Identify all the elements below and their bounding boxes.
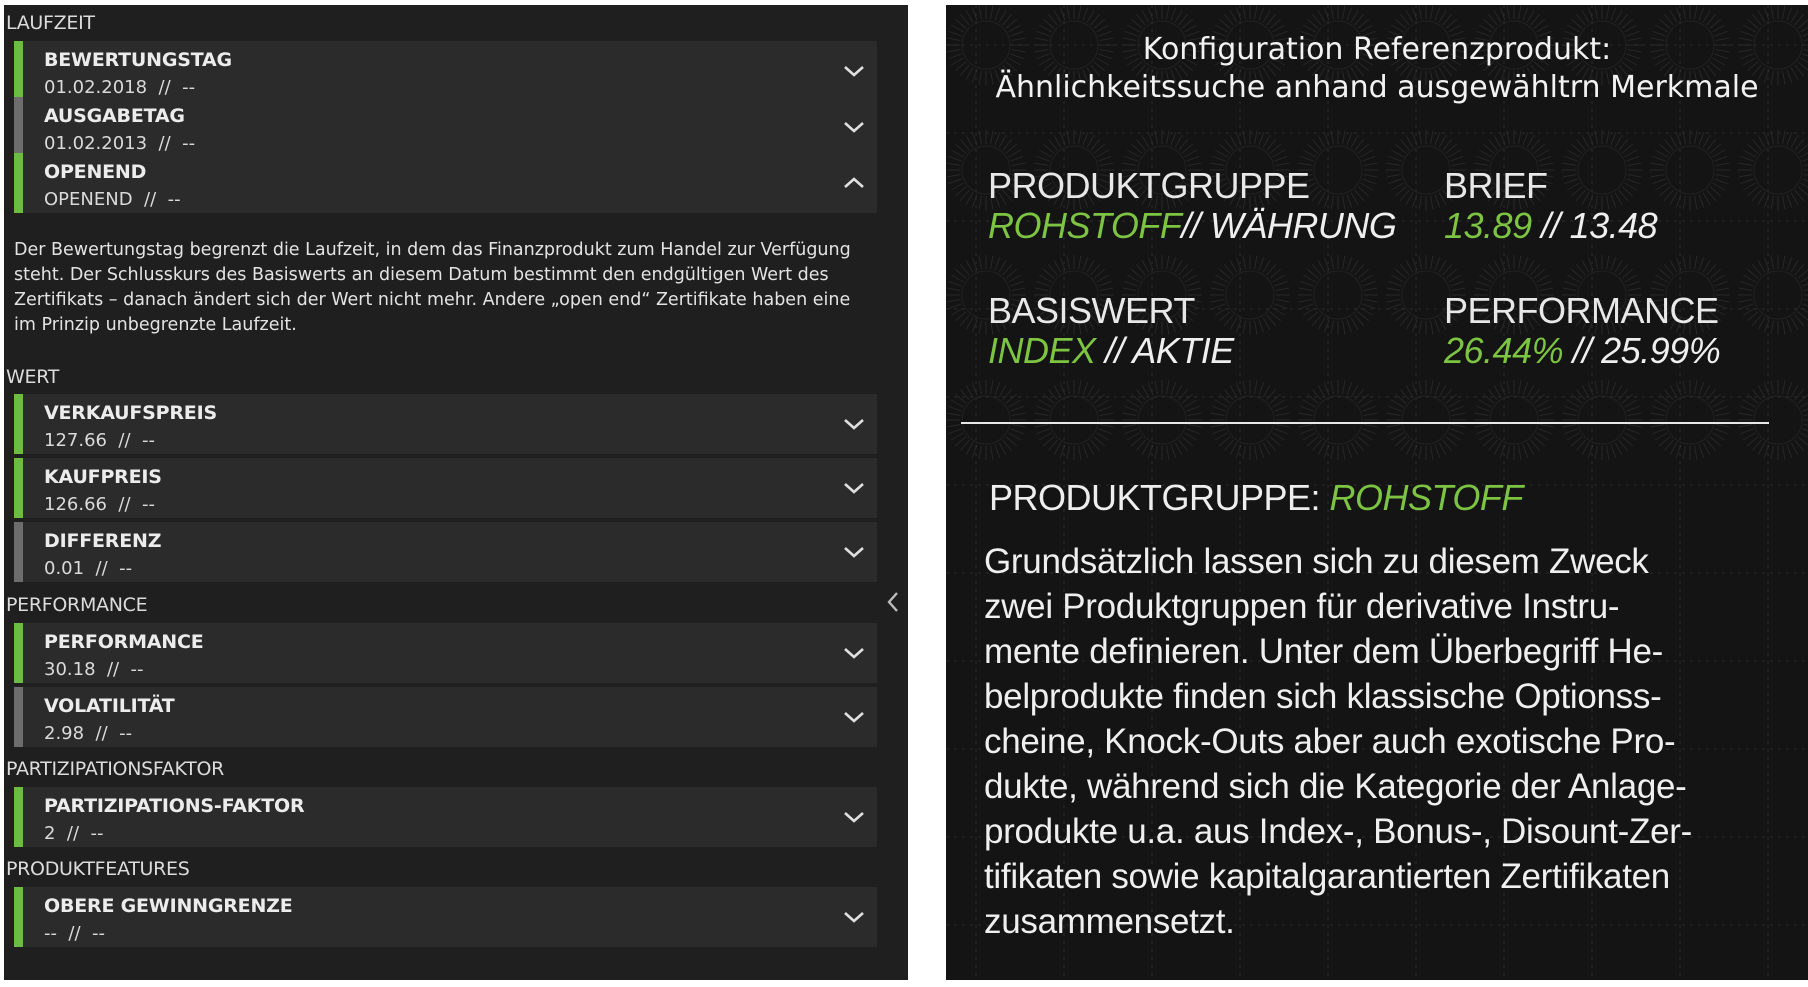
reference-product-panel: Konfiguration Referenzprodukt: Ähnlichke… xyxy=(946,5,1808,980)
detail-heading-label: PRODUKTGRUPPE: xyxy=(989,477,1330,518)
chevron-down-icon[interactable] xyxy=(836,802,872,832)
status-bar xyxy=(14,623,23,683)
chevron-down-icon[interactable] xyxy=(836,638,872,668)
chevron-down-icon[interactable] xyxy=(836,56,872,86)
attribute-description: Der Bewertungstag begrenzt die Laufzeit,… xyxy=(14,240,851,335)
attribute-title: VOLATILITÄT xyxy=(44,695,175,717)
status-bar xyxy=(14,153,23,213)
section-heading-partizipationsfaktor: PARTIZIPATIONSFAKTOR xyxy=(6,758,225,780)
produktgruppe-label: PRODUKTGRUPPE xyxy=(988,165,1310,206)
basiswert-label: BASISWERT xyxy=(988,290,1195,331)
attribute-value: 01.02.2013 // -- xyxy=(44,133,196,154)
attribute-title: OPENEND xyxy=(44,161,147,183)
brief-value[interactable]: 13.89 // 13.48 xyxy=(1444,205,1658,247)
attribute-title: BEWERTUNGSTAG xyxy=(44,49,232,71)
brief-alternative: // 13.48 xyxy=(1531,205,1658,246)
section-heading-performance: PERFORMANCE xyxy=(6,594,148,616)
section-heading-wert: WERT xyxy=(6,366,60,388)
attribute-title: AUSGABETAG xyxy=(44,105,185,127)
attribute-value: 01.02.2018 // -- xyxy=(44,77,196,98)
paragraph-line: mente definieren. Unter dem Überbegriff … xyxy=(984,632,1664,671)
attribute-row-bewertungstag[interactable]: BEWERTUNGSTAG 01.02.2018 // -- xyxy=(14,41,877,101)
attribute-row-ausgabetag[interactable]: AUSGABETAG 01.02.2013 // -- xyxy=(14,97,877,157)
attribute-title: VERKAUFSPREIS xyxy=(44,402,217,424)
performance-alternative: // 25.99% xyxy=(1563,330,1721,371)
attribute-panel: LAUFZEIT BEWERTUNGSTAG 01.02.2018 // -- … xyxy=(4,5,908,980)
status-bar xyxy=(14,887,23,947)
status-bar xyxy=(14,687,23,747)
brief-label: BRIEF xyxy=(1444,165,1548,206)
attribute-value: 127.66 // -- xyxy=(44,430,155,451)
attribute-row-differenz[interactable]: DIFFERENZ 0.01 // -- xyxy=(14,522,877,582)
attribute-value: 0.01 // -- xyxy=(44,558,133,579)
paragraph-line: zwei Produktgruppen für derivative Instr… xyxy=(984,587,1620,626)
basiswert-alternative: // AKTIE xyxy=(1095,330,1234,371)
attribute-row-verkaufspreis[interactable]: VERKAUFSPREIS 127.66 // -- xyxy=(14,394,877,454)
chevron-down-icon[interactable] xyxy=(836,537,872,567)
attribute-value: 126.66 // -- xyxy=(44,494,155,515)
attribute-title: OBERE GEWINNGRENZE xyxy=(44,895,293,917)
chevron-down-icon[interactable] xyxy=(836,473,872,503)
produktgruppe-alternative: // WÄHRUNG xyxy=(1181,205,1397,246)
attribute-row-volatilitaet[interactable]: VOLATILITÄT 2.98 // -- xyxy=(14,687,877,747)
paragraph-line: cheine, Knock-Outs aber auch exotische P… xyxy=(984,722,1676,761)
attribute-title: PERFORMANCE xyxy=(44,631,204,653)
paragraph-line: zusammensetzt. xyxy=(984,902,1235,941)
chevron-down-icon[interactable] xyxy=(836,112,872,142)
attribute-row-obere-gewinngrenze[interactable]: OBERE GEWINNGRENZE -- // -- xyxy=(14,887,877,947)
divider xyxy=(961,422,1769,424)
paragraph-line: belprodukte finden sich klassische Optio… xyxy=(984,677,1662,716)
brief-selected: 13.89 xyxy=(1444,205,1532,246)
basiswert-value[interactable]: INDEX // AKTIE xyxy=(988,330,1234,372)
attribute-row-openend[interactable]: OPENEND OPENEND // -- xyxy=(14,153,877,213)
status-bar xyxy=(14,522,23,582)
section-heading-laufzeit: LAUFZEIT xyxy=(6,12,95,34)
attribute-row-partizipationsfaktor[interactable]: PARTIZIPATIONS-FAKTOR 2 // -- xyxy=(14,787,877,847)
detail-heading-value: ROHSTOFF xyxy=(1329,477,1524,518)
chevron-down-icon[interactable] xyxy=(836,409,872,439)
basiswert-selected: INDEX xyxy=(988,330,1096,371)
status-bar xyxy=(14,41,23,101)
produktgruppe-value[interactable]: ROHSTOFF// WÄHRUNG xyxy=(988,205,1397,247)
attribute-value: 30.18 // -- xyxy=(44,659,144,680)
attribute-value: OPENEND // -- xyxy=(44,189,181,210)
chevron-down-icon[interactable] xyxy=(836,902,872,932)
status-bar xyxy=(14,394,23,454)
paragraph-line: dukte, während sich die Kategorie der An… xyxy=(984,767,1687,806)
chevron-up-icon[interactable] xyxy=(836,168,872,198)
attribute-row-kaufpreis[interactable]: KAUFPREIS 126.66 // -- xyxy=(14,458,877,518)
status-bar xyxy=(14,97,23,157)
attribute-value: 2 // -- xyxy=(44,823,104,844)
detail-paragraph: Grundsätzlich lassen sich zu diesem Zwec… xyxy=(984,539,1784,944)
attribute-value: -- // -- xyxy=(44,923,105,944)
paragraph-line: produkte u.a. aus Index-, Bonus-, Disoun… xyxy=(984,812,1692,851)
attribute-value: 2.98 // -- xyxy=(44,723,133,744)
panel-title-line-1: Konfiguration Referenzprodukt: xyxy=(1142,32,1612,67)
status-bar xyxy=(14,787,23,847)
performance-label: PERFORMANCE xyxy=(1444,290,1719,331)
attribute-row-performance[interactable]: PERFORMANCE 30.18 // -- xyxy=(14,623,877,683)
status-bar xyxy=(14,458,23,518)
performance-value[interactable]: 26.44% // 25.99% xyxy=(1444,330,1721,372)
performance-selected: 26.44% xyxy=(1444,330,1564,371)
attribute-title: PARTIZIPATIONS-FAKTOR xyxy=(44,795,305,817)
detail-heading: PRODUKTGRUPPE: ROHSTOFF xyxy=(989,477,1523,519)
attribute-title: DIFFERENZ xyxy=(44,530,162,552)
attribute-title: KAUFPREIS xyxy=(44,466,162,488)
paragraph-line: Grundsätzlich lassen sich zu diesem Zwec… xyxy=(984,542,1649,581)
chevron-left-icon[interactable] xyxy=(881,587,905,617)
paragraph-line: tifikaten sowie kapitalgarantierten Zert… xyxy=(984,857,1670,896)
section-heading-produktfeatures: PRODUKTFEATURES xyxy=(6,858,190,880)
chevron-down-icon[interactable] xyxy=(836,702,872,732)
panel-title-line-2: Ähnlichkeitssuche anhand ausgewähltrn Me… xyxy=(995,70,1759,105)
produktgruppe-selected: ROHSTOFF xyxy=(988,205,1182,246)
